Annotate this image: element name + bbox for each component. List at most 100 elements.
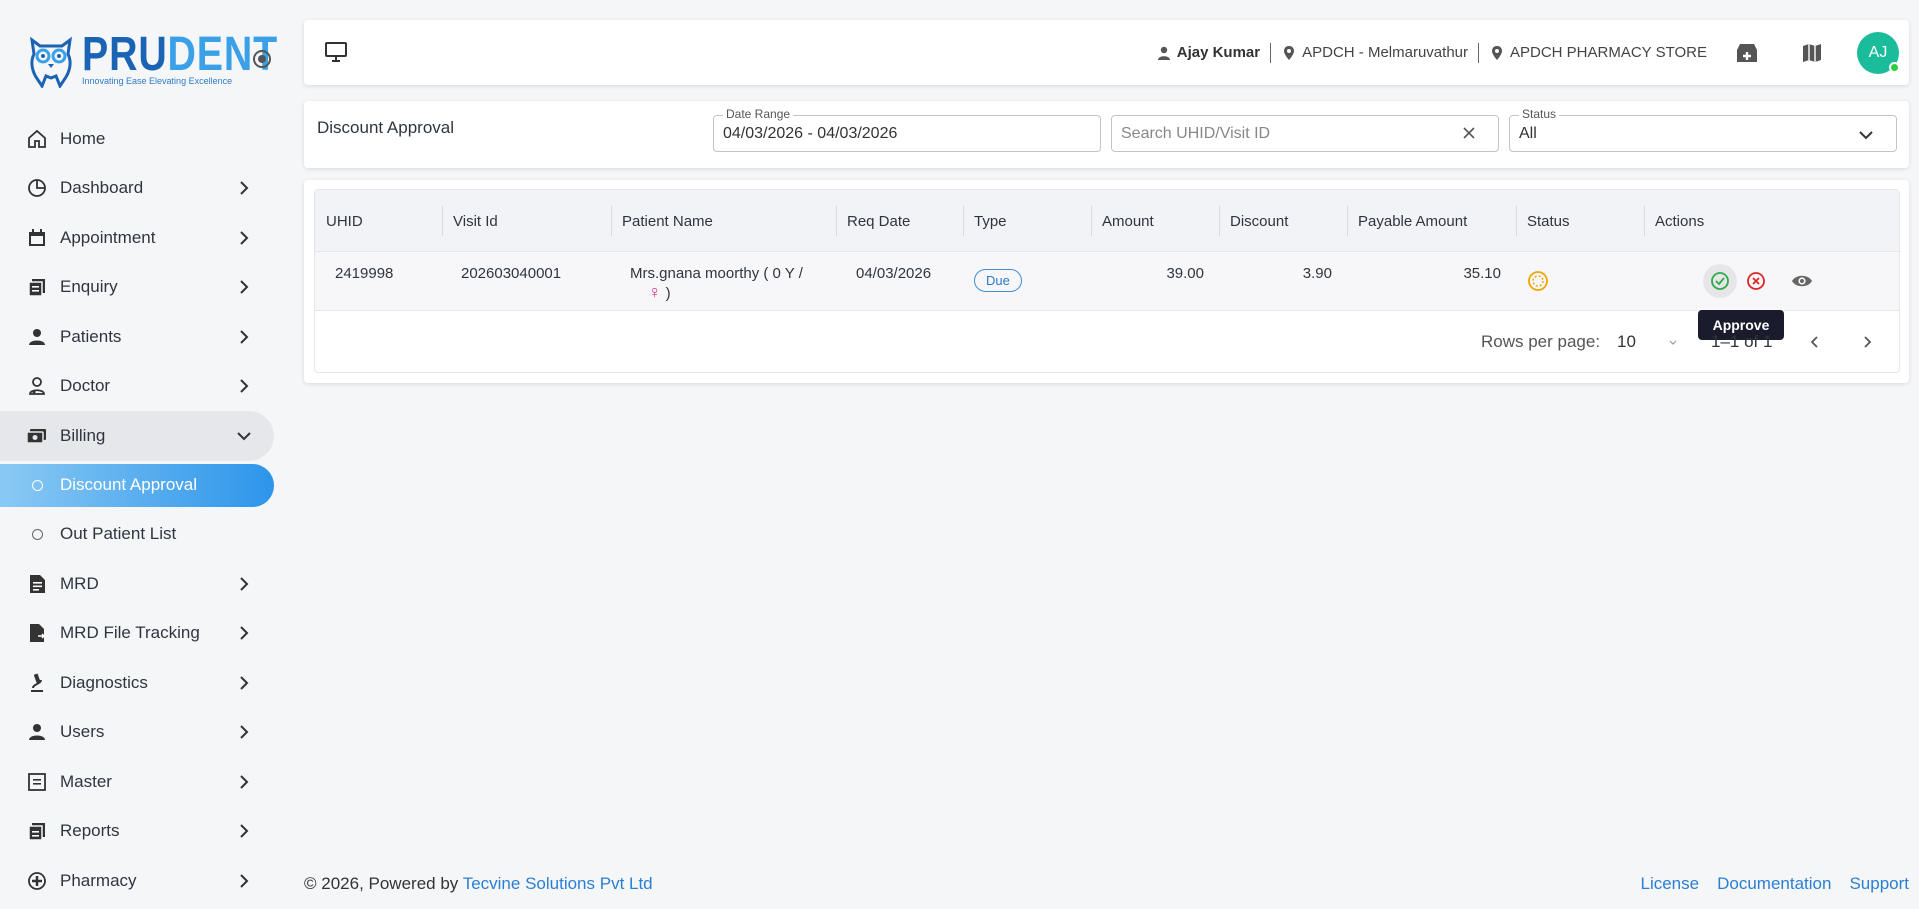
sidebar-item-mrd[interactable]: MRD	[0, 559, 285, 609]
previous-page-button[interactable]	[1802, 329, 1828, 355]
cell-visit-id: 202603040001	[461, 265, 562, 282]
sidebar-item-label: Home	[60, 128, 106, 148]
sidebar-toggle-icon[interactable]	[253, 50, 271, 68]
license-link[interactable]: License	[1641, 874, 1700, 894]
sidebar-item-doctor[interactable]: Doctor	[0, 362, 285, 412]
cell-req-date: 04/03/2026	[856, 265, 932, 282]
sidebar-subitem-out-patient-list[interactable]: Out Patient List	[0, 510, 285, 560]
avatar[interactable]: AJ	[1857, 31, 1900, 74]
cell-patient-name: Mrs.gnana moorthy ( 0 Y / ♀ )	[630, 252, 835, 311]
session-info: Ajay Kumar APDCH - Melmaruvathur APDCH P…	[1156, 42, 1707, 63]
location-pin-icon	[1492, 45, 1502, 60]
column-header-visit-id[interactable]: Visit Id	[442, 190, 498, 252]
user-name: Ajay Kumar	[1176, 44, 1261, 61]
sidebar-item-diagnostics[interactable]: Diagnostics	[0, 658, 285, 708]
cell-uhid: 2419998	[335, 265, 394, 282]
sidebar-item-pharmacy[interactable]: Pharmacy	[0, 856, 285, 906]
search-input[interactable]: Search UHID/Visit ID	[1111, 115, 1499, 152]
patient-name-text: Mrs.gnana moorthy ( 0 Y /	[630, 265, 803, 282]
sidebar-subitem-label: Discount Approval	[60, 475, 198, 494]
next-page-button[interactable]	[1854, 329, 1880, 355]
sidebar-item-appointment[interactable]: Appointment	[0, 213, 285, 263]
chevron-right-icon	[240, 330, 249, 344]
sidebar-item-label: Billing	[60, 425, 106, 445]
chevron-right-icon	[240, 676, 249, 690]
table-header: UHID Visit Id Patient Name Req Date Type…	[315, 190, 1899, 252]
chevron-right-icon	[240, 626, 249, 640]
chevron-right-icon	[240, 379, 249, 393]
sidebar-item-mrd-file-tracking[interactable]: MRD File Tracking	[0, 609, 285, 659]
sidebar-subitem-discount-approval[interactable]: Discount Approval	[0, 463, 274, 507]
billing-icon	[26, 425, 48, 447]
documentation-link[interactable]: Documentation	[1717, 874, 1831, 894]
chevron-right-icon	[240, 824, 249, 838]
sidebar-item-label: Enquiry	[60, 277, 118, 297]
view-button[interactable]	[1785, 264, 1819, 298]
pharmacy-store-button[interactable]	[1727, 33, 1767, 73]
support-link[interactable]: Support	[1849, 874, 1909, 894]
status-label: Status	[1519, 107, 1560, 121]
sidebar-item-enquiry[interactable]: Enquiry	[0, 263, 285, 313]
calendar-icon	[26, 227, 48, 249]
type-badge: Due	[974, 269, 1022, 292]
close-icon[interactable]	[1462, 126, 1476, 140]
cell-discount: 3.90	[1302, 265, 1332, 282]
sidebar-item-dashboard[interactable]: Dashboard	[0, 164, 285, 214]
document-stack-icon	[26, 276, 48, 298]
reject-button[interactable]	[1739, 264, 1773, 298]
status-select[interactable]: Status All	[1509, 107, 1897, 152]
column-header-status[interactable]: Status	[1516, 190, 1570, 252]
sidebar-item-label: Doctor	[60, 376, 111, 396]
chevron-right-icon	[240, 577, 249, 591]
sidebar-item-reports[interactable]: Reports	[0, 807, 285, 857]
column-header-payable-amount[interactable]: Payable Amount	[1347, 190, 1467, 252]
table-card: UHID Visit Id Patient Name Req Date Type…	[304, 180, 1909, 383]
sidebar-item-label: MRD File Tracking	[60, 623, 200, 643]
filter-bar: Discount Approval Date Range 04/03/2026 …	[304, 101, 1909, 168]
sidebar-item-billing[interactable]: Billing	[0, 411, 274, 461]
sidebar-item-users[interactable]: Users	[0, 708, 285, 758]
sidebar-item-master[interactable]: Master	[0, 757, 285, 807]
report-icon	[26, 820, 48, 842]
search-placeholder: Search UHID/Visit ID	[1121, 125, 1271, 142]
date-range-field[interactable]: Date Range 04/03/2026 - 04/03/2026	[713, 107, 1101, 152]
file-text-icon	[26, 573, 48, 595]
chevron-down-icon	[237, 432, 251, 441]
online-status-dot	[1889, 61, 1900, 73]
map-button[interactable]	[1792, 33, 1832, 73]
monitor-icon[interactable]	[324, 41, 348, 63]
location-pin-icon	[1284, 45, 1295, 60]
store-name: APDCH PHARMACY STORE	[1510, 44, 1707, 61]
close-circle-icon	[1747, 272, 1765, 290]
column-header-type[interactable]: Type	[963, 190, 1007, 252]
female-icon: ♀	[648, 282, 662, 302]
sidebar-nav: Home Dashboard Appointment Enquiry Patie…	[0, 114, 285, 906]
prudent-logo[interactable]: PRUDENT Innovating Ease Elevating Excell…	[26, 30, 277, 90]
cell-payable-amount: 35.10	[1463, 265, 1501, 282]
footer: © 2026, Powered by Tecvine Solutions Pvt…	[304, 870, 1909, 900]
sidebar-item-label: Pharmacy	[60, 870, 137, 890]
approve-button[interactable]	[1703, 264, 1737, 298]
column-header-uhid[interactable]: UHID	[315, 190, 363, 252]
pharmacy-icon	[26, 870, 48, 892]
cell-type: Due	[974, 252, 1022, 311]
microscope-icon	[26, 672, 48, 694]
rows-per-page-select[interactable]: 10	[1617, 332, 1636, 352]
sidebar-item-patients[interactable]: Patients	[0, 312, 285, 362]
chevron-right-icon	[1864, 336, 1872, 348]
person-icon	[26, 721, 48, 743]
column-header-amount[interactable]: Amount	[1091, 190, 1154, 252]
circle-bullet-icon	[32, 528, 43, 540]
pagination: Rows per page: 10 1–1 of 1	[315, 311, 1899, 373]
company-link[interactable]: Tecvine Solutions Pvt Ltd	[463, 874, 653, 893]
column-header-actions: Actions	[1644, 190, 1704, 252]
sidebar-item-home[interactable]: Home	[0, 114, 285, 164]
column-header-discount[interactable]: Discount	[1219, 190, 1288, 252]
copyright-text: © 2026, Powered by	[304, 874, 463, 893]
brand-tagline: Innovating Ease Elevating Excellence	[82, 76, 233, 86]
sidebar-item-label: Patients	[60, 326, 122, 346]
column-header-patient-name[interactable]: Patient Name	[611, 190, 713, 252]
cell-status	[1527, 252, 1549, 311]
column-header-req-date[interactable]: Req Date	[836, 190, 910, 252]
table-row: 2419998 202603040001 Mrs.gnana moorthy (…	[315, 252, 1899, 311]
